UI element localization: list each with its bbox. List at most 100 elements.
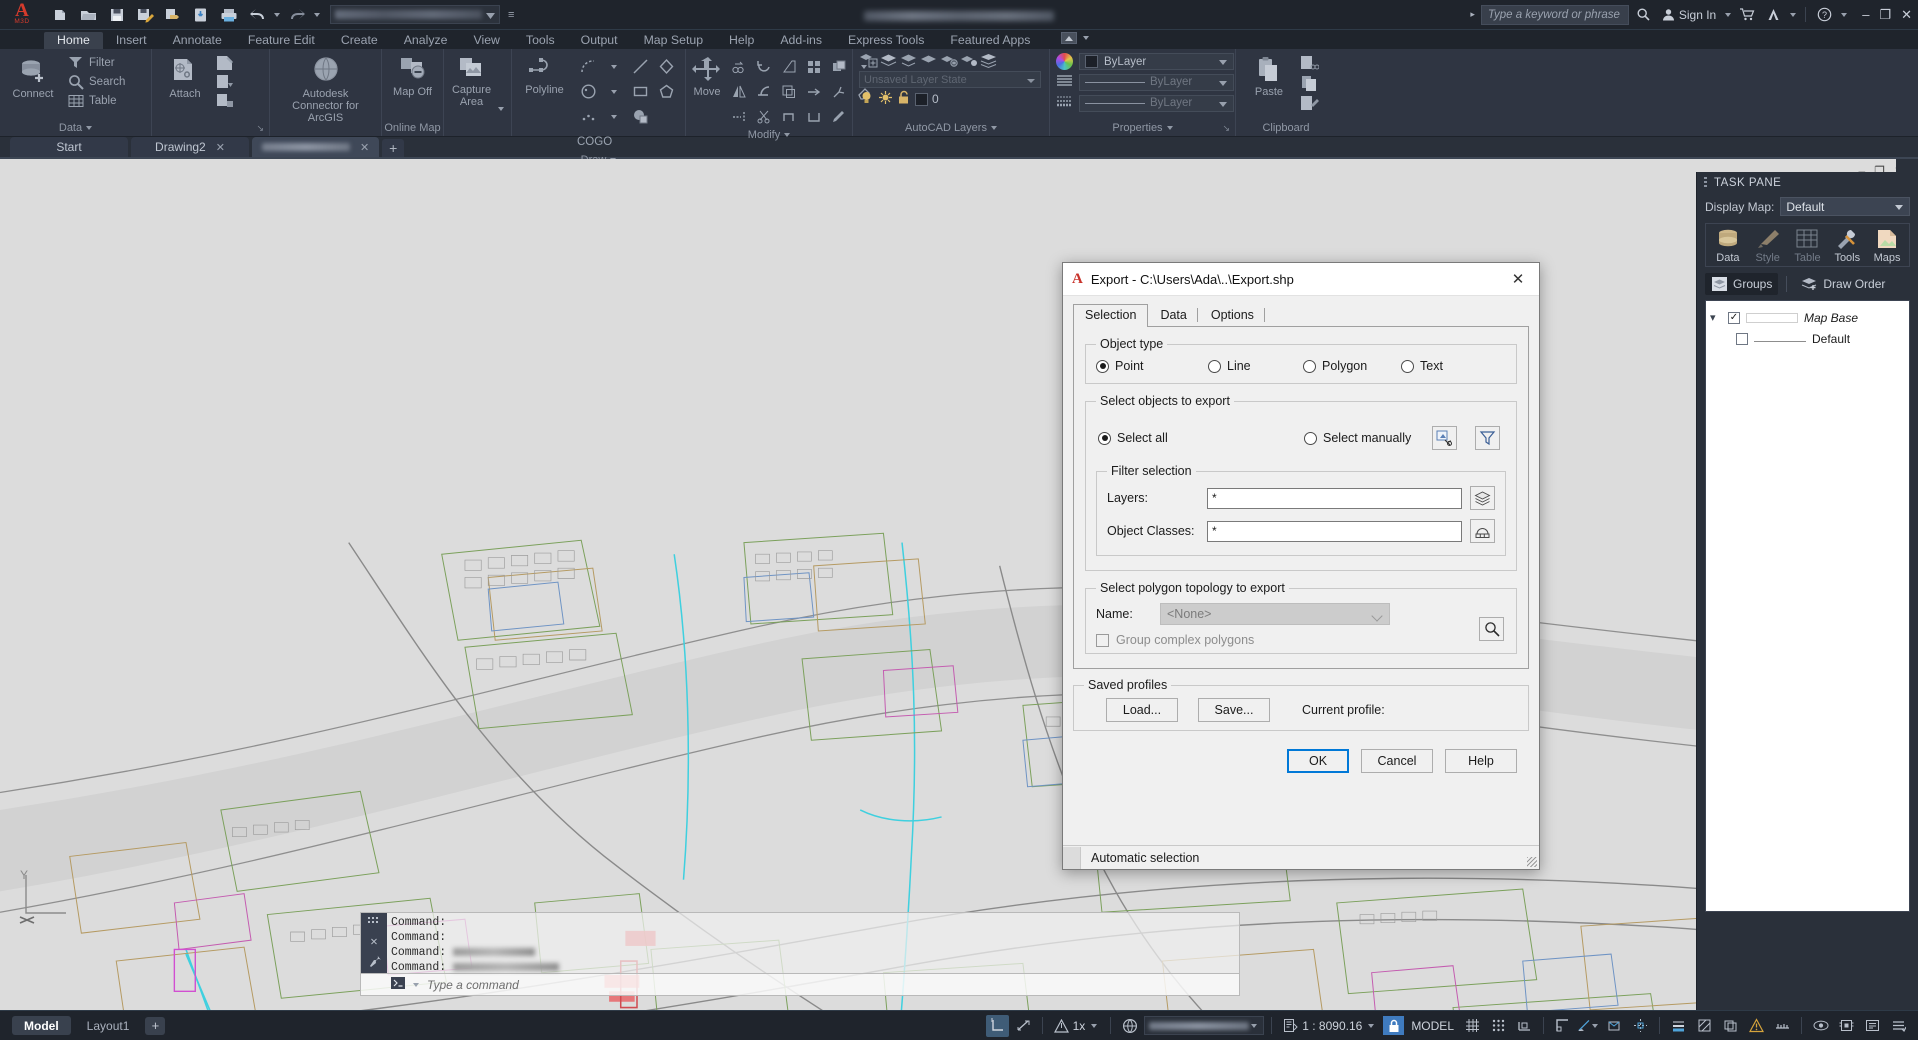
break-icon[interactable]: [801, 104, 826, 129]
tab-selection[interactable]: Selection: [1073, 304, 1148, 327]
ribbon-tab-home[interactable]: Home: [44, 32, 103, 49]
coordinate-system-combo[interactable]: [1144, 1016, 1264, 1035]
isolate-objects-icon[interactable]: [1809, 1015, 1832, 1037]
autodesk-connector-arcgis-button[interactable]: Autodesk Connector for ArcGIS: [276, 54, 375, 124]
annotation-visibility-icon[interactable]: [1012, 1015, 1035, 1037]
ribbon-tab-analyze[interactable]: Analyze: [391, 32, 461, 49]
color-wheel-icon[interactable]: [1056, 53, 1073, 70]
pentagon-icon[interactable]: [653, 79, 679, 104]
panel-title-properties[interactable]: Properties ↘: [1050, 120, 1235, 136]
layer-state-combo[interactable]: Unsaved Layer State: [859, 71, 1041, 88]
radio-polygon[interactable]: Polygon: [1303, 359, 1401, 373]
chevron-down-icon[interactable]: [1366, 1015, 1376, 1037]
export-dialog[interactable]: A Export - C:\Users\Ada\..\Export.shp ✕ …: [1062, 262, 1540, 870]
panel-title-modify[interactable]: Modify: [686, 129, 852, 141]
undo-icon[interactable]: [244, 3, 270, 27]
ribbon-tab-add-ins[interactable]: Add-ins: [767, 32, 835, 49]
file-tab-start[interactable]: Start: [10, 137, 128, 157]
ribbon-tab-feature-edit[interactable]: Feature Edit: [235, 32, 328, 49]
autodesk-account-icon[interactable]: [1762, 4, 1785, 26]
edit-polyline-icon[interactable]: [826, 104, 851, 129]
topology-search-button[interactable]: [1479, 617, 1504, 641]
move-button[interactable]: Move: [692, 54, 722, 98]
new-tab-button[interactable]: +: [382, 139, 404, 157]
capture-area-button[interactable]: Capture Area: [450, 54, 493, 108]
account-dropdown-icon[interactable]: [1788, 4, 1798, 26]
map-canvas[interactable]: [0, 159, 1918, 1014]
tree-item-default-checkbox[interactable]: [1736, 333, 1748, 345]
chevron-down-icon[interactable]: [497, 98, 505, 120]
topology-name-select[interactable]: <None>: [1160, 603, 1390, 625]
group-complex-polygons-checkbox[interactable]: [1096, 634, 1109, 647]
help-icon[interactable]: ?: [1813, 4, 1836, 26]
tree-item-map-base[interactable]: ▾ ✓ Map Base: [1710, 307, 1905, 328]
close-button[interactable]: ✕: [1901, 7, 1912, 23]
layers-picker-button[interactable]: [1470, 486, 1495, 510]
drawing-area[interactable]: – ❐ ✕ Y ✕ Command: Command: Command: [0, 159, 1918, 1014]
sign-in-button[interactable]: Sign In: [1658, 8, 1720, 22]
task-pane-tool-style[interactable]: Style: [1749, 228, 1787, 264]
define-query-icon[interactable]: [216, 54, 234, 72]
ok-button[interactable]: OK: [1287, 749, 1349, 773]
paste-special-icon[interactable]: [1300, 94, 1319, 113]
group-icon[interactable]: [826, 54, 851, 79]
layer-on-icon[interactable]: [859, 90, 874, 108]
command-grip-icon[interactable]: [368, 916, 381, 931]
arc-icon[interactable]: [575, 54, 601, 79]
save-profile-button[interactable]: Save...: [1198, 698, 1270, 722]
close-icon[interactable]: ✕: [1503, 265, 1533, 293]
layer-unisolate-icon[interactable]: [919, 52, 938, 69]
offset-icon[interactable]: [776, 79, 801, 104]
layer-freeze-icon[interactable]: [939, 52, 958, 69]
point-icon[interactable]: [575, 104, 601, 129]
open-icon[interactable]: [76, 3, 102, 27]
lineweight-display-icon[interactable]: [1667, 1015, 1690, 1037]
import-icon[interactable]: [216, 73, 234, 91]
save-icon[interactable]: [104, 3, 130, 27]
connect-button[interactable]: Connect: [6, 54, 60, 100]
arc-dropdown-icon[interactable]: [601, 54, 627, 79]
copy-clip-icon[interactable]: [1300, 74, 1319, 93]
task-pane-tool-tools[interactable]: Tools: [1828, 228, 1866, 264]
cancel-button[interactable]: Cancel: [1361, 749, 1433, 773]
tree-item-map-base-checkbox[interactable]: ✓: [1728, 312, 1740, 324]
join-icon[interactable]: [776, 104, 801, 129]
redo-icon[interactable]: [284, 3, 310, 27]
filter-button[interactable]: [1475, 426, 1500, 450]
command-close-icon[interactable]: ✕: [370, 935, 377, 950]
panel-title-data[interactable]: Data: [0, 120, 151, 136]
tab-data[interactable]: Data: [1148, 304, 1198, 326]
layout-tab-model[interactable]: Model: [12, 1016, 71, 1035]
ribbon-tab-map-setup[interactable]: Map Setup: [631, 32, 716, 49]
layer-stack-icon[interactable]: [879, 52, 898, 69]
resize-grip-icon[interactable]: [1527, 857, 1537, 867]
transparency-icon[interactable]: [1693, 1015, 1716, 1037]
lock-icon[interactable]: [1383, 1016, 1404, 1035]
snap-icon[interactable]: [1487, 1015, 1510, 1037]
layer-thaw-icon[interactable]: [878, 90, 893, 108]
layer-color-swatch[interactable]: [915, 93, 928, 106]
task-pane-tool-maps[interactable]: Maps: [1868, 228, 1906, 264]
object-snap-icon[interactable]: [1603, 1015, 1626, 1037]
redo-dropdown-icon[interactable]: [312, 4, 322, 26]
cart-icon[interactable]: [1736, 4, 1759, 26]
selection-cycling-icon[interactable]: [1719, 1015, 1742, 1037]
osnap-tracking-icon[interactable]: [1629, 1015, 1652, 1037]
rectangle-icon[interactable]: [627, 79, 653, 104]
cut-icon[interactable]: [1300, 54, 1319, 73]
properties-dialog-launcher-icon[interactable]: ↘: [1222, 123, 1230, 134]
task-pane-tool-data[interactable]: Data: [1709, 228, 1747, 264]
layer-isolate-icon[interactable]: [899, 52, 918, 69]
polygon-icon[interactable]: [653, 54, 679, 79]
search-input[interactable]: Type a keyword or phrase: [1481, 5, 1629, 25]
ribbon-tab-insert[interactable]: Insert: [103, 32, 160, 49]
polyline-button[interactable]: Polyline: [518, 54, 571, 96]
undo-dropdown-icon[interactable]: [272, 4, 282, 26]
app-logo[interactable]: A M3D: [0, 0, 44, 30]
display-map-select[interactable]: Default: [1780, 197, 1910, 216]
rotate-icon[interactable]: [751, 54, 776, 79]
sign-in-dropdown-icon[interactable]: [1723, 4, 1733, 26]
close-icon[interactable]: ✕: [360, 141, 369, 154]
object-color-combo[interactable]: ByLayer: [1079, 53, 1234, 70]
command-settings-icon[interactable]: [368, 954, 381, 973]
